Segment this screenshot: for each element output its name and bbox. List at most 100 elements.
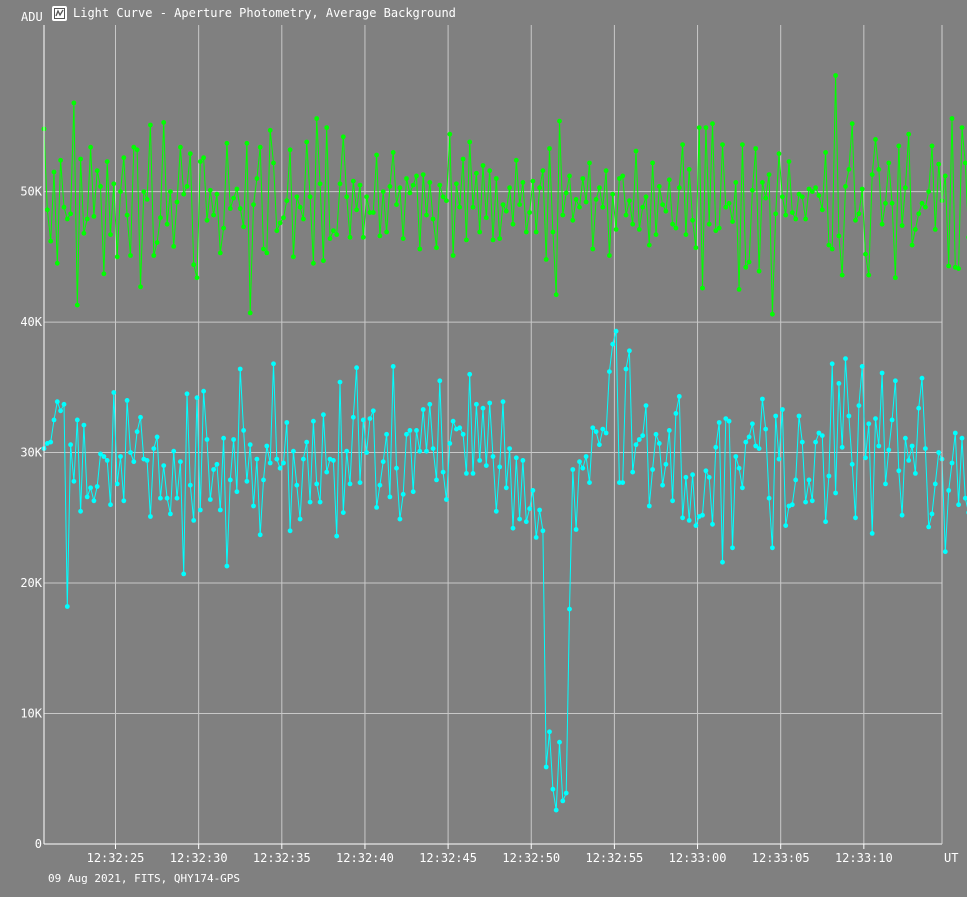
series-2-point (640, 433, 646, 438)
series-1-point (700, 285, 705, 291)
series-1-point (756, 268, 762, 274)
series-1-point (823, 150, 828, 155)
series-2-point (410, 489, 416, 495)
series-2-point (178, 459, 183, 465)
series-2-point (686, 518, 692, 523)
series-2-point (214, 461, 220, 467)
series-1-point (138, 284, 143, 290)
series-2-point (666, 428, 672, 433)
series-1-point (114, 254, 120, 260)
series-1-point (277, 220, 283, 226)
series-2-point (956, 502, 961, 508)
y-tick-label: 50K (20, 185, 42, 199)
series-1-point (51, 169, 57, 175)
series-2-point (806, 477, 812, 483)
series-1-point (264, 250, 270, 256)
light-curve-chart: 0 10K 20K 30K 40K 50K 12:32:25 12:32:30 12:32:35… (20, 10, 967, 865)
series-1-point (643, 194, 649, 200)
series-2-point (321, 412, 326, 418)
series-1-point (434, 245, 439, 251)
series-2-point (204, 437, 210, 442)
series-1-point (68, 211, 73, 217)
series-2-point (181, 571, 187, 577)
x-tick-label: 12:32:50 (502, 851, 560, 865)
series-2-point (636, 437, 642, 442)
series-2-point (444, 497, 449, 502)
series-1-point (450, 253, 456, 258)
series-2-point (94, 484, 100, 489)
series-2-point (573, 527, 579, 532)
series-1-point (886, 160, 892, 166)
series-2-point (201, 388, 207, 394)
series-1-point (71, 100, 77, 106)
series-2-point (949, 460, 955, 466)
series-2-point (593, 429, 599, 435)
series-1-point (819, 207, 825, 213)
series-2-point (261, 477, 266, 483)
series-1-point (164, 221, 170, 227)
series-1-point (490, 237, 496, 243)
series-1-point (776, 151, 782, 157)
series-2-point (374, 505, 379, 510)
series-2-point (370, 408, 376, 414)
series-1-point (104, 159, 110, 165)
series-2-point (962, 495, 967, 501)
series-2-point (799, 439, 805, 445)
series-2-point (946, 488, 952, 493)
series-1-point (483, 215, 489, 221)
footer-info: 09 Aug 2021, FITS, QHY174-GPS (48, 872, 241, 885)
series-2-point (397, 516, 403, 522)
x-tick-label: 12:32:40 (336, 851, 394, 865)
series-1-point (337, 181, 343, 187)
series-1-point (307, 194, 313, 200)
series-2-point (314, 481, 320, 487)
series-2-point (191, 518, 197, 523)
series-2-point (367, 416, 373, 421)
series-1-point (849, 121, 855, 127)
series-1-point (716, 225, 722, 231)
series-2-point (138, 414, 143, 420)
series-2-point (883, 481, 888, 487)
series-1-point (261, 246, 266, 252)
series-1-point (227, 206, 233, 211)
series-1-point (909, 242, 915, 248)
y-tick-label: 30K (20, 446, 42, 460)
series-1-point (334, 232, 340, 238)
series-1-point (583, 199, 589, 205)
series-1-point (201, 155, 207, 161)
series-1-point (883, 200, 888, 206)
series-2-point (809, 498, 815, 504)
series-1-point (111, 181, 117, 187)
series-1-point (314, 116, 320, 121)
series-1-point (510, 221, 516, 227)
series-1-point (141, 189, 147, 195)
series-2-point (311, 418, 316, 424)
series-1-point (962, 160, 967, 166)
series-2-point (217, 507, 223, 513)
series-1-point (324, 125, 330, 130)
series-2-point (134, 429, 140, 435)
series-2-point (424, 448, 429, 454)
series-1-point (843, 184, 848, 189)
series-1-point (178, 144, 183, 150)
series-2-point (627, 348, 632, 354)
series-1-point (760, 180, 765, 185)
series-1-point (720, 142, 725, 148)
series-2-point (706, 474, 712, 480)
series-2-point (224, 563, 230, 569)
series-2-point (780, 407, 785, 412)
series-2-point (390, 364, 396, 369)
series-2-point (653, 431, 659, 437)
series-2-point (447, 441, 453, 446)
series-1-point (577, 204, 582, 210)
series-1-point (793, 216, 799, 222)
series-line-2 (43, 331, 967, 811)
series-1-point (876, 167, 882, 172)
series-1-point (154, 240, 160, 245)
series-2-point (773, 413, 779, 419)
series-1-point (454, 181, 459, 187)
series-2-point (846, 413, 852, 419)
series-1-point (750, 187, 755, 193)
series-2-point (168, 511, 173, 517)
series-2-point (474, 401, 479, 407)
